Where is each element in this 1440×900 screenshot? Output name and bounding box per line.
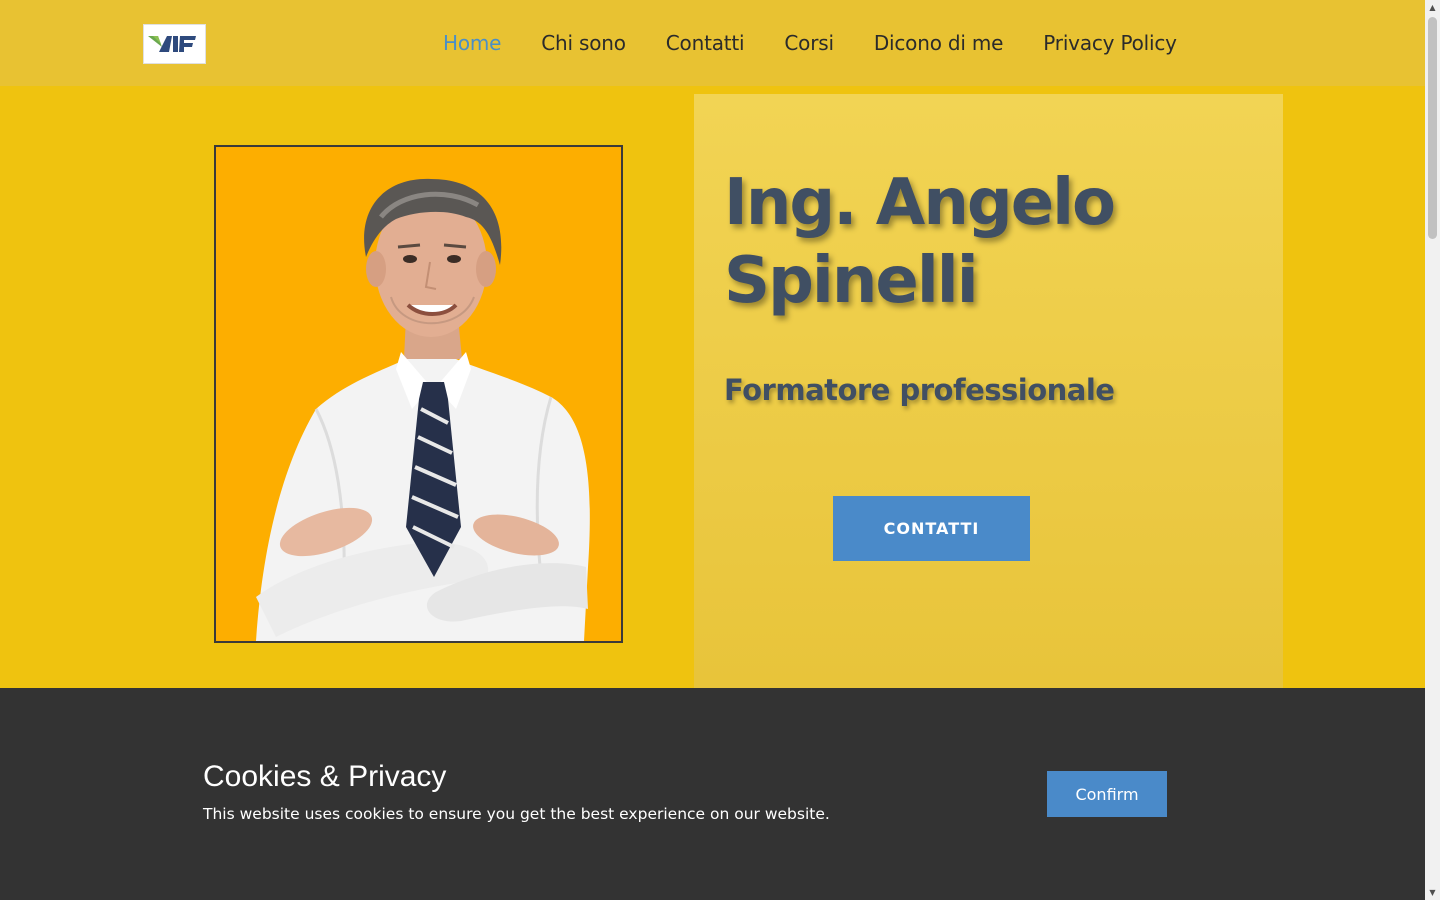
contatti-button[interactable]: CONTATTI <box>833 496 1030 561</box>
scrollbar[interactable]: ▲ ▼ <box>1425 0 1440 900</box>
nav-chi-sono[interactable]: Chi sono <box>541 31 626 55</box>
portrait-illustration <box>256 178 590 641</box>
nav-privacy-policy[interactable]: Privacy Policy <box>1043 31 1177 55</box>
cookie-title: Cookies & Privacy <box>203 760 447 793</box>
aif-logo-icon: AIF <box>148 36 196 53</box>
confirm-button[interactable]: Confirm <box>1047 771 1167 817</box>
profile-photo <box>214 145 623 643</box>
page-title: Ing. Angelo Spinelli <box>724 166 1116 318</box>
cookie-banner: Cookies & Privacy This website uses cook… <box>0 688 1425 900</box>
hero-subtitle: Formatore professionale <box>724 373 1115 407</box>
nav-contatti[interactable]: Contatti <box>666 31 745 55</box>
page: AIF Home Chi sono Contatti Corsi Dicono … <box>0 0 1425 900</box>
hero-section: Ing. Angelo Spinelli Formatore professio… <box>0 86 1425 688</box>
chevron-up-icon[interactable]: ▲ <box>1425 0 1440 15</box>
cookie-text: This website uses cookies to ensure you … <box>203 805 830 823</box>
nav-dicono-di-me[interactable]: Dicono di me <box>874 31 1004 55</box>
nav-corsi[interactable]: Corsi <box>784 31 834 55</box>
chevron-down-icon[interactable]: ▼ <box>1425 885 1440 900</box>
site-header: AIF Home Chi sono Contatti Corsi Dicono … <box>0 0 1425 86</box>
nav-home[interactable]: Home <box>443 31 501 55</box>
aif-logo[interactable]: AIF <box>143 24 206 64</box>
main-nav: Home Chi sono Contatti Corsi Dicono di m… <box>443 0 1177 86</box>
scroll-thumb[interactable] <box>1428 17 1437 239</box>
hero-panel: Ing. Angelo Spinelli Formatore professio… <box>694 94 1283 688</box>
